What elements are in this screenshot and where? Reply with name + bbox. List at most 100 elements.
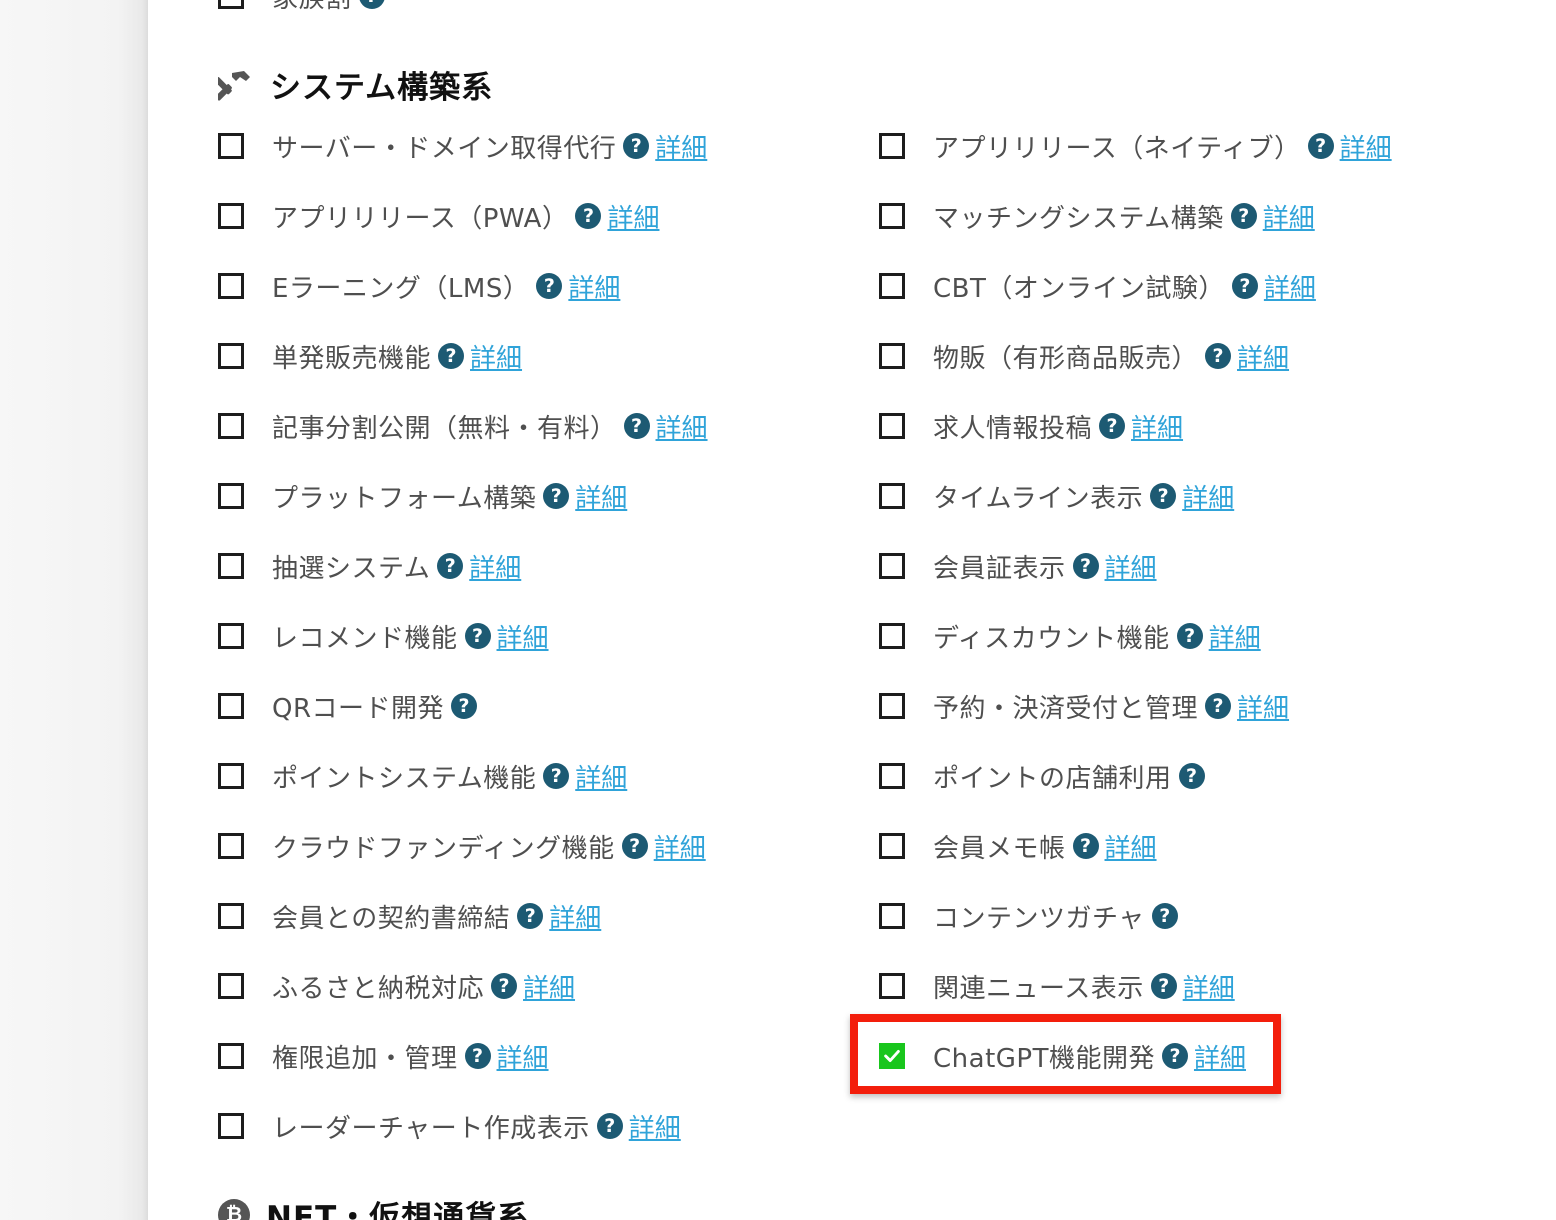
help-icon[interactable]: ? bbox=[575, 203, 602, 229]
detail-link[interactable]: 詳細 bbox=[575, 478, 627, 515]
option-row[interactable]: ポイントの店舗利用? bbox=[879, 756, 1205, 796]
checkbox[interactable] bbox=[218, 133, 244, 159]
checkbox[interactable] bbox=[879, 623, 905, 649]
detail-link[interactable]: 詳細 bbox=[655, 128, 707, 165]
help-icon[interactable]: ? bbox=[1205, 693, 1232, 719]
option-row[interactable]: クラウドファンディング機能? 詳細 bbox=[218, 826, 706, 866]
detail-link[interactable]: 詳細 bbox=[607, 198, 659, 235]
help-icon[interactable]: ? bbox=[1231, 273, 1258, 299]
detail-link[interactable]: 詳細 bbox=[497, 618, 549, 655]
option-row[interactable]: Eラーニング（LMS）? 詳細 bbox=[218, 266, 620, 306]
detail-link[interactable]: 詳細 bbox=[523, 968, 575, 1005]
option-row[interactable]: 物販（有形商品販売）? 詳細 bbox=[879, 336, 1289, 376]
checkbox[interactable] bbox=[879, 203, 905, 229]
option-row[interactable]: プラットフォーム構築? 詳細 bbox=[218, 476, 627, 516]
help-icon[interactable]: ? bbox=[358, 0, 385, 9]
checkbox[interactable] bbox=[879, 693, 905, 719]
option-row[interactable]: マッチングシステム構築? 詳細 bbox=[879, 196, 1315, 236]
help-icon[interactable]: ? bbox=[491, 973, 518, 999]
checkbox[interactable] bbox=[218, 413, 244, 439]
option-row[interactable]: 会員との契約書締結? 詳細 bbox=[218, 896, 601, 936]
help-icon[interactable]: ? bbox=[464, 623, 491, 649]
checkbox[interactable] bbox=[879, 833, 905, 859]
help-icon[interactable]: ? bbox=[1072, 553, 1099, 579]
option-row[interactable]: レコメンド機能? 詳細 bbox=[218, 616, 549, 656]
help-icon[interactable]: ? bbox=[621, 833, 648, 859]
detail-link[interactable]: 詳細 bbox=[470, 338, 522, 375]
help-icon[interactable]: ? bbox=[437, 553, 464, 579]
checkbox[interactable] bbox=[879, 973, 905, 999]
checkbox[interactable] bbox=[218, 483, 244, 509]
detail-link[interactable]: 詳細 bbox=[1131, 408, 1183, 445]
detail-link[interactable]: 詳細 bbox=[568, 268, 620, 305]
help-icon[interactable]: ? bbox=[1230, 203, 1257, 229]
checkbox[interactable] bbox=[879, 413, 905, 439]
checkbox[interactable] bbox=[879, 903, 905, 929]
checkbox[interactable] bbox=[879, 133, 905, 159]
help-icon[interactable]: ? bbox=[1307, 133, 1334, 159]
checkbox[interactable] bbox=[218, 623, 244, 649]
checkbox[interactable] bbox=[218, 763, 244, 789]
detail-link[interactable]: 詳細 bbox=[1183, 968, 1235, 1005]
option-row[interactable]: CBT（オンライン試験）? 詳細 bbox=[879, 266, 1316, 306]
option-row[interactable]: 関連ニュース表示? 詳細 bbox=[879, 966, 1235, 1006]
checkbox[interactable] bbox=[218, 273, 244, 299]
checkbox[interactable] bbox=[879, 273, 905, 299]
top-partial-option[interactable]: 家族割 ? bbox=[218, 0, 385, 14]
detail-link[interactable]: 詳細 bbox=[1340, 128, 1392, 165]
option-row[interactable]: 記事分割公開（無料・有料）? 詳細 bbox=[218, 406, 708, 446]
detail-link[interactable]: 詳細 bbox=[654, 828, 706, 865]
help-icon[interactable]: ? bbox=[1150, 483, 1177, 509]
help-icon[interactable]: ? bbox=[543, 763, 570, 789]
option-row[interactable]: QRコード開発? bbox=[218, 686, 478, 726]
checkbox[interactable] bbox=[218, 1113, 244, 1139]
detail-link[interactable]: 詳細 bbox=[1237, 338, 1289, 375]
help-icon[interactable]: ? bbox=[1178, 763, 1205, 789]
help-icon[interactable]: ? bbox=[438, 343, 465, 369]
checkbox[interactable] bbox=[879, 763, 905, 789]
help-icon[interactable]: ? bbox=[1099, 413, 1126, 439]
help-icon[interactable]: ? bbox=[543, 483, 570, 509]
option-row[interactable]: タイムライン表示? 詳細 bbox=[879, 476, 1234, 516]
help-icon[interactable]: ? bbox=[1151, 903, 1178, 929]
checkbox[interactable] bbox=[218, 973, 244, 999]
checkbox[interactable] bbox=[218, 833, 244, 859]
checkbox[interactable] bbox=[879, 483, 905, 509]
option-row[interactable]: 抽選システム? 詳細 bbox=[218, 546, 521, 586]
help-icon[interactable]: ? bbox=[464, 1043, 491, 1069]
detail-link[interactable]: 詳細 bbox=[1105, 548, 1157, 585]
help-icon[interactable]: ? bbox=[623, 413, 650, 439]
detail-link[interactable]: 詳細 bbox=[497, 1038, 549, 1075]
help-icon[interactable]: ? bbox=[1072, 833, 1099, 859]
checkbox[interactable] bbox=[218, 903, 244, 929]
detail-link[interactable]: 詳細 bbox=[1209, 618, 1261, 655]
checkbox[interactable] bbox=[879, 343, 905, 369]
checkbox[interactable] bbox=[218, 553, 244, 579]
checkbox[interactable] bbox=[218, 693, 244, 719]
option-row[interactable]: コンテンツガチャ? bbox=[879, 896, 1178, 936]
detail-link[interactable]: 詳細 bbox=[575, 758, 627, 795]
option-row[interactable]: 予約・決済受付と管理? 詳細 bbox=[879, 686, 1289, 726]
option-row[interactable]: 会員メモ帳? 詳細 bbox=[879, 826, 1157, 866]
checkbox[interactable] bbox=[218, 0, 244, 9]
help-icon[interactable]: ? bbox=[1176, 623, 1203, 649]
help-icon[interactable]: ? bbox=[1205, 343, 1232, 369]
detail-link[interactable]: 詳細 bbox=[1263, 198, 1315, 235]
detail-link[interactable]: 詳細 bbox=[656, 408, 708, 445]
option-row[interactable]: サーバー・ドメイン取得代行? 詳細 bbox=[218, 126, 707, 166]
detail-link[interactable]: 詳細 bbox=[469, 548, 521, 585]
checkbox[interactable] bbox=[218, 1043, 244, 1069]
checkbox[interactable] bbox=[218, 203, 244, 229]
detail-link[interactable]: 詳細 bbox=[549, 898, 601, 935]
detail-link[interactable]: 詳細 bbox=[629, 1108, 681, 1145]
help-icon[interactable]: ? bbox=[1150, 973, 1177, 999]
detail-link[interactable]: 詳細 bbox=[1105, 828, 1157, 865]
option-row[interactable]: アプリリリース（PWA）? 詳細 bbox=[218, 196, 659, 236]
help-icon[interactable]: ? bbox=[623, 133, 650, 159]
option-row[interactable]: 求人情報投稿? 詳細 bbox=[879, 406, 1183, 446]
option-row[interactable]: 単発販売機能? 詳細 bbox=[218, 336, 522, 376]
detail-link[interactable]: 詳細 bbox=[1264, 268, 1316, 305]
option-row[interactable]: ふるさと納税対応? 詳細 bbox=[218, 966, 575, 1006]
help-icon[interactable]: ? bbox=[596, 1113, 623, 1139]
checkbox[interactable] bbox=[879, 553, 905, 579]
